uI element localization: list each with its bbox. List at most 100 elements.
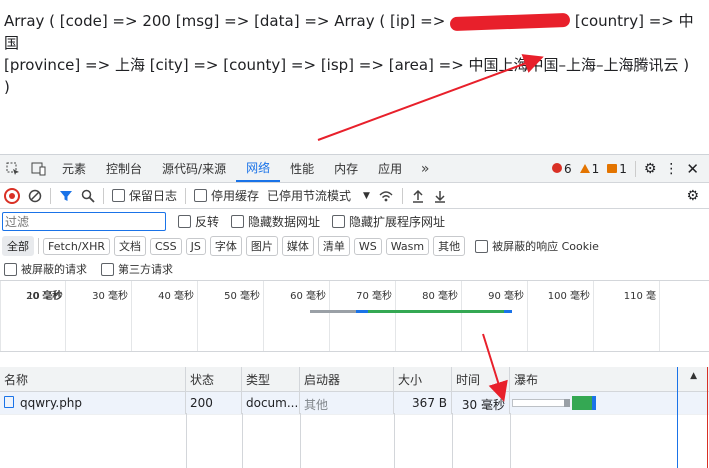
timeline-bar-end bbox=[504, 310, 512, 313]
request-waterfall bbox=[510, 392, 709, 414]
type-img[interactable]: 图片 bbox=[245, 236, 278, 256]
col-initiator[interactable]: 启动器 bbox=[300, 367, 394, 391]
filter-icon[interactable] bbox=[59, 189, 73, 203]
timeline-tick: 40 毫秒 bbox=[158, 281, 198, 351]
preserve-log-checkbox[interactable]: 保留日志 bbox=[112, 187, 177, 204]
timeline-tick: 10 毫秒 bbox=[0, 281, 63, 351]
tab-console[interactable]: 控制台 bbox=[96, 155, 152, 182]
type-fetch-xhr[interactable]: Fetch/XHR bbox=[43, 237, 110, 255]
tab-application[interactable]: 应用 bbox=[368, 155, 412, 182]
issue-icon bbox=[607, 163, 618, 173]
timeline-tick: 30 毫秒 bbox=[92, 281, 132, 351]
export-har-icon[interactable] bbox=[433, 189, 447, 203]
chevron-down-icon: ▼ bbox=[363, 190, 370, 201]
devtools-panel: 元素 控制台 源代码/来源 网络 性能 内存 应用 » 6 1 1 ⚙ ⋮ ✕ … bbox=[0, 154, 709, 468]
waterfall-stalled bbox=[564, 399, 570, 407]
type-all[interactable]: 全部 bbox=[2, 236, 34, 256]
timeline-tick: 70 毫秒 bbox=[356, 281, 396, 351]
col-size[interactable]: 大小 bbox=[394, 367, 452, 391]
timeline-bar-dns bbox=[356, 310, 368, 313]
type-other[interactable]: 其他 bbox=[433, 236, 466, 256]
output-line2: [province] => 上海 [city] => [county] => [… bbox=[4, 56, 690, 74]
request-name[interactable]: qqwry.php bbox=[0, 392, 186, 414]
timeline-tick: 60 毫秒 bbox=[290, 281, 330, 351]
request-size: 367 B bbox=[394, 392, 452, 414]
tab-elements[interactable]: 元素 bbox=[52, 155, 96, 182]
blocked-requests-checkbox[interactable]: 被屏蔽的请求 bbox=[4, 261, 87, 277]
col-waterfall[interactable]: 瀑布 ▲ bbox=[510, 367, 709, 391]
timeline-tick: 100 毫秒 bbox=[548, 281, 594, 351]
type-wasm[interactable]: Wasm bbox=[385, 237, 430, 255]
filter-bar: 反转 隐藏数据网址 隐藏扩展程序网址 bbox=[0, 209, 709, 234]
tab-performance[interactable]: 性能 bbox=[280, 155, 324, 182]
filter-input[interactable] bbox=[2, 212, 166, 231]
request-time: 30 毫秒 bbox=[452, 392, 510, 414]
output-line3: ) bbox=[4, 78, 10, 96]
timeline-tick: 50 毫秒 bbox=[224, 281, 264, 351]
warning-icon bbox=[579, 163, 590, 173]
request-type: docum... bbox=[242, 392, 300, 414]
request-filters: 被屏蔽的请求 第三方请求 bbox=[0, 258, 709, 281]
request-status: 200 bbox=[186, 392, 242, 414]
invert-checkbox[interactable]: 反转 bbox=[178, 213, 219, 230]
tab-sources[interactable]: 源代码/来源 bbox=[152, 155, 236, 182]
timeline-tick: 20 毫秒 bbox=[26, 281, 66, 351]
type-doc[interactable]: 文档 bbox=[113, 236, 146, 256]
network-settings-icon[interactable]: ⚙ bbox=[686, 188, 699, 204]
close-devtools-icon[interactable]: ✕ bbox=[686, 160, 699, 178]
dom-content-loaded-line bbox=[677, 367, 678, 468]
search-icon[interactable] bbox=[81, 189, 95, 203]
device-toggle-icon[interactable] bbox=[26, 155, 52, 182]
import-har-icon[interactable] bbox=[411, 189, 425, 203]
type-css[interactable]: CSS bbox=[149, 237, 182, 255]
document-icon bbox=[4, 396, 14, 408]
error-icon bbox=[551, 162, 562, 173]
settings-gear-icon[interactable]: ⚙ bbox=[644, 161, 657, 177]
timeline-bar-download bbox=[368, 310, 504, 313]
col-time[interactable]: 时间 bbox=[452, 367, 510, 391]
resource-type-filters: 全部 Fetch/XHR 文档 CSS JS 字体 图片 媒体 清单 WS Wa… bbox=[0, 234, 709, 258]
redaction-mark bbox=[449, 12, 571, 31]
network-toolbar: 保留日志 停用缓存 已停用节流模式 ▼ ⚙ bbox=[0, 183, 709, 209]
sort-up-icon: ▲ bbox=[690, 371, 697, 381]
type-font[interactable]: 字体 bbox=[209, 236, 242, 256]
tab-network[interactable]: 网络 bbox=[236, 155, 281, 182]
devtools-tabbar: 元素 控制台 源代码/来源 网络 性能 内存 应用 » 6 1 1 ⚙ ⋮ ✕ bbox=[0, 155, 709, 183]
type-js[interactable]: JS bbox=[185, 237, 206, 255]
tab-memory[interactable]: 内存 bbox=[324, 155, 368, 182]
hide-data-urls-checkbox[interactable]: 隐藏数据网址 bbox=[231, 213, 320, 230]
col-status[interactable]: 状态 bbox=[186, 367, 242, 391]
request-initiator: 其他 bbox=[300, 392, 394, 414]
record-icon[interactable] bbox=[4, 187, 20, 204]
type-media[interactable]: 媒体 bbox=[281, 236, 314, 256]
col-name[interactable]: 名称 bbox=[0, 367, 186, 391]
timeline-bar-waiting bbox=[310, 310, 356, 313]
info-count[interactable]: 1 bbox=[607, 162, 627, 176]
load-line bbox=[707, 367, 708, 468]
timeline-tick: 90 毫秒 bbox=[488, 281, 528, 351]
col-type[interactable]: 类型 bbox=[242, 367, 300, 391]
timeline-tick: 80 毫秒 bbox=[422, 281, 462, 351]
warnings-count[interactable]: 1 bbox=[579, 162, 599, 176]
more-options-icon[interactable]: ⋮ bbox=[664, 161, 678, 177]
network-conditions-icon[interactable] bbox=[378, 189, 394, 203]
blocked-cookies-checkbox[interactable]: 被屏蔽的响应 Cookie bbox=[475, 238, 599, 254]
disable-cache-checkbox[interactable]: 停用缓存 bbox=[194, 187, 259, 204]
page-output-text: Array ( [code] => 200 [msg] => [data] =>… bbox=[4, 10, 704, 98]
clear-icon[interactable] bbox=[28, 189, 42, 203]
errors-count[interactable]: 6 bbox=[551, 162, 572, 176]
requests-table: 名称 状态 类型 启动器 大小 时间 瀑布 ▲ qqwry.php 200 doc… bbox=[0, 367, 709, 468]
table-header: 名称 状态 类型 启动器 大小 时间 瀑布 ▲ bbox=[0, 367, 709, 392]
waterfall-end bbox=[592, 396, 596, 410]
status-counters: 6 1 1 ⚙ ⋮ ✕ bbox=[551, 160, 709, 178]
table-row[interactable]: qqwry.php 200 docum... 其他 367 B 30 毫秒 bbox=[0, 392, 709, 415]
inspect-icon[interactable] bbox=[0, 155, 26, 182]
third-party-checkbox[interactable]: 第三方请求 bbox=[101, 261, 173, 277]
type-manifest[interactable]: 清单 bbox=[317, 236, 350, 256]
timeline-overview[interactable]: 10 毫秒 20 毫秒 30 毫秒 40 毫秒 50 毫秒 60 毫秒 70 毫… bbox=[0, 281, 709, 352]
type-ws[interactable]: WS bbox=[353, 237, 382, 255]
hide-extension-urls-checkbox[interactable]: 隐藏扩展程序网址 bbox=[332, 213, 445, 230]
more-tabs-icon[interactable]: » bbox=[412, 155, 438, 182]
output-line1-start: Array ( [code] => 200 [msg] => [data] =>… bbox=[4, 12, 451, 30]
throttle-select[interactable]: 已停用节流模式 ▼ bbox=[267, 187, 370, 204]
